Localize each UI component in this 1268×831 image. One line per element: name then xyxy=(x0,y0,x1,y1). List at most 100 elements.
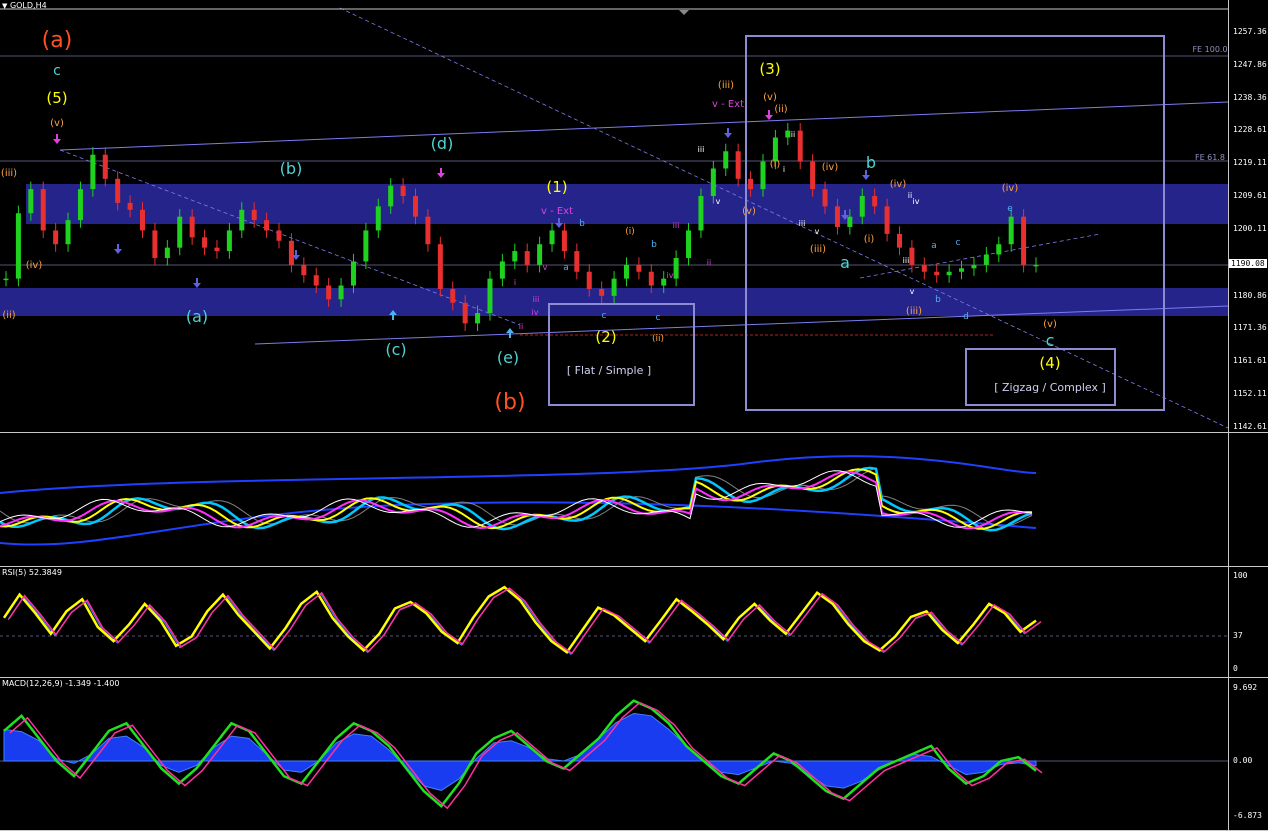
candle-body xyxy=(326,285,332,300)
candle-body xyxy=(40,189,46,231)
candle-body xyxy=(748,178,754,190)
wave-label: a xyxy=(840,253,850,272)
wave-label: (e) xyxy=(497,348,519,367)
wave-label: (iii) xyxy=(906,306,922,317)
candle-body xyxy=(735,151,741,179)
candle-body xyxy=(512,251,518,262)
indicator-tick: 37 xyxy=(1233,631,1243,640)
candle-body xyxy=(115,178,121,203)
candle-body xyxy=(959,268,965,272)
upper-channel-line xyxy=(59,101,1228,151)
rsi-scale: 100 37 0 xyxy=(1228,567,1268,678)
candle-body xyxy=(760,161,766,190)
candle-body xyxy=(810,161,816,190)
wave-label: (5) xyxy=(46,89,67,107)
candle-body xyxy=(475,313,481,324)
fib-618-label: FE 61.8 xyxy=(1195,153,1225,162)
flat-box xyxy=(548,303,695,406)
candle-body xyxy=(375,206,381,231)
candle-body xyxy=(164,247,170,258)
candle-body xyxy=(288,240,294,265)
symbol-title: ▼ GOLD,H4 xyxy=(2,1,47,10)
candle-body xyxy=(586,271,592,289)
wave-label: (ii) xyxy=(774,104,787,115)
dropdown-icon[interactable]: ▼ xyxy=(2,2,7,10)
wave-label: v xyxy=(910,287,915,296)
wave-label: (v) xyxy=(1043,319,1057,330)
candle-body xyxy=(350,261,356,286)
price-tick: 1238.36 xyxy=(1233,93,1267,102)
wave-label: e xyxy=(1007,204,1013,214)
candle-body xyxy=(276,230,282,241)
wave-label: c xyxy=(1046,331,1055,350)
price-tick: 1200.11 xyxy=(1233,224,1267,233)
pivot-arrowhead-icon xyxy=(724,133,732,138)
wave-label: (iv) xyxy=(26,260,43,271)
wave-label: ii xyxy=(707,258,711,267)
candle-body xyxy=(437,244,443,289)
wave-label: c xyxy=(602,311,607,321)
candle-body xyxy=(313,275,319,286)
candle-body xyxy=(53,230,59,245)
candle-body xyxy=(971,264,977,269)
wave-label: (2) xyxy=(595,328,616,346)
macd-svg xyxy=(0,699,1228,810)
wave-label: (i) xyxy=(625,227,635,237)
price-tick: 1209.61 xyxy=(1233,191,1267,200)
symbol-label: GOLD,H4 xyxy=(9,1,47,10)
wave-label: (b) xyxy=(280,159,303,178)
candle-body xyxy=(561,230,567,252)
candle-body xyxy=(822,189,828,207)
candle-body xyxy=(499,261,505,279)
wedge-dashed-line xyxy=(859,233,1101,279)
candle-body xyxy=(797,130,803,162)
candle-body xyxy=(661,278,667,286)
macd-histogram-area xyxy=(3,712,1037,791)
candle-body xyxy=(413,196,419,217)
wave-label: iii xyxy=(533,295,540,304)
main-chart-pane[interactable]: [ Flat / Simple ] [ Zigzag / Complex ] FE … xyxy=(0,0,1228,433)
indicator-tick: 9.692 xyxy=(1233,683,1258,692)
wave-label: ii xyxy=(519,322,523,331)
wave-label: (iii) xyxy=(810,244,826,255)
pivot-arrowhead-icon xyxy=(506,328,514,333)
wave-label: v xyxy=(815,227,820,236)
wave-label: iii xyxy=(698,145,705,154)
candle-body xyxy=(450,288,456,303)
candle-body xyxy=(152,230,158,258)
price-tick: 1257.36 xyxy=(1233,27,1267,36)
wave-label: v - Ext xyxy=(541,206,573,217)
price-tick: 1152.11 xyxy=(1233,389,1267,398)
price-tick: 1142.61 xyxy=(1233,422,1267,431)
candle-body xyxy=(28,189,34,214)
wave-label: i xyxy=(514,278,516,287)
wave-label: iv xyxy=(532,308,539,317)
macd-pane[interactable]: MACD(12,26,9) -1.349 -1.400 xyxy=(0,678,1228,831)
candle-body xyxy=(15,213,21,279)
wave-label: b xyxy=(935,295,941,305)
wave-label: (v) xyxy=(763,92,777,103)
candle-body xyxy=(127,202,133,210)
wave-label: (iv) xyxy=(1002,183,1019,194)
wave-label: (ii) xyxy=(2,310,15,321)
candle-body xyxy=(400,185,406,197)
candle-body xyxy=(710,168,716,197)
candle-body xyxy=(177,216,183,248)
candle-body xyxy=(102,154,108,179)
pivot-arrowhead-icon xyxy=(437,173,445,178)
candle-body xyxy=(425,216,431,245)
wave-label: d xyxy=(963,312,969,322)
candle-body xyxy=(1021,216,1027,265)
candle-body xyxy=(648,271,654,286)
ma-band-pane[interactable] xyxy=(0,433,1228,567)
price-tick: 1247.86 xyxy=(1233,60,1267,69)
wave-label: (v) xyxy=(50,118,64,129)
rsi-pane[interactable]: RSI(5) 52.3849 xyxy=(0,567,1228,678)
candle-body xyxy=(214,247,220,252)
candle-body xyxy=(1033,264,1039,267)
candle-body xyxy=(785,130,791,138)
resistance-band xyxy=(26,184,1228,224)
candle-body xyxy=(251,209,257,221)
candle-body xyxy=(189,216,195,238)
wave-label: (i) xyxy=(770,159,781,170)
